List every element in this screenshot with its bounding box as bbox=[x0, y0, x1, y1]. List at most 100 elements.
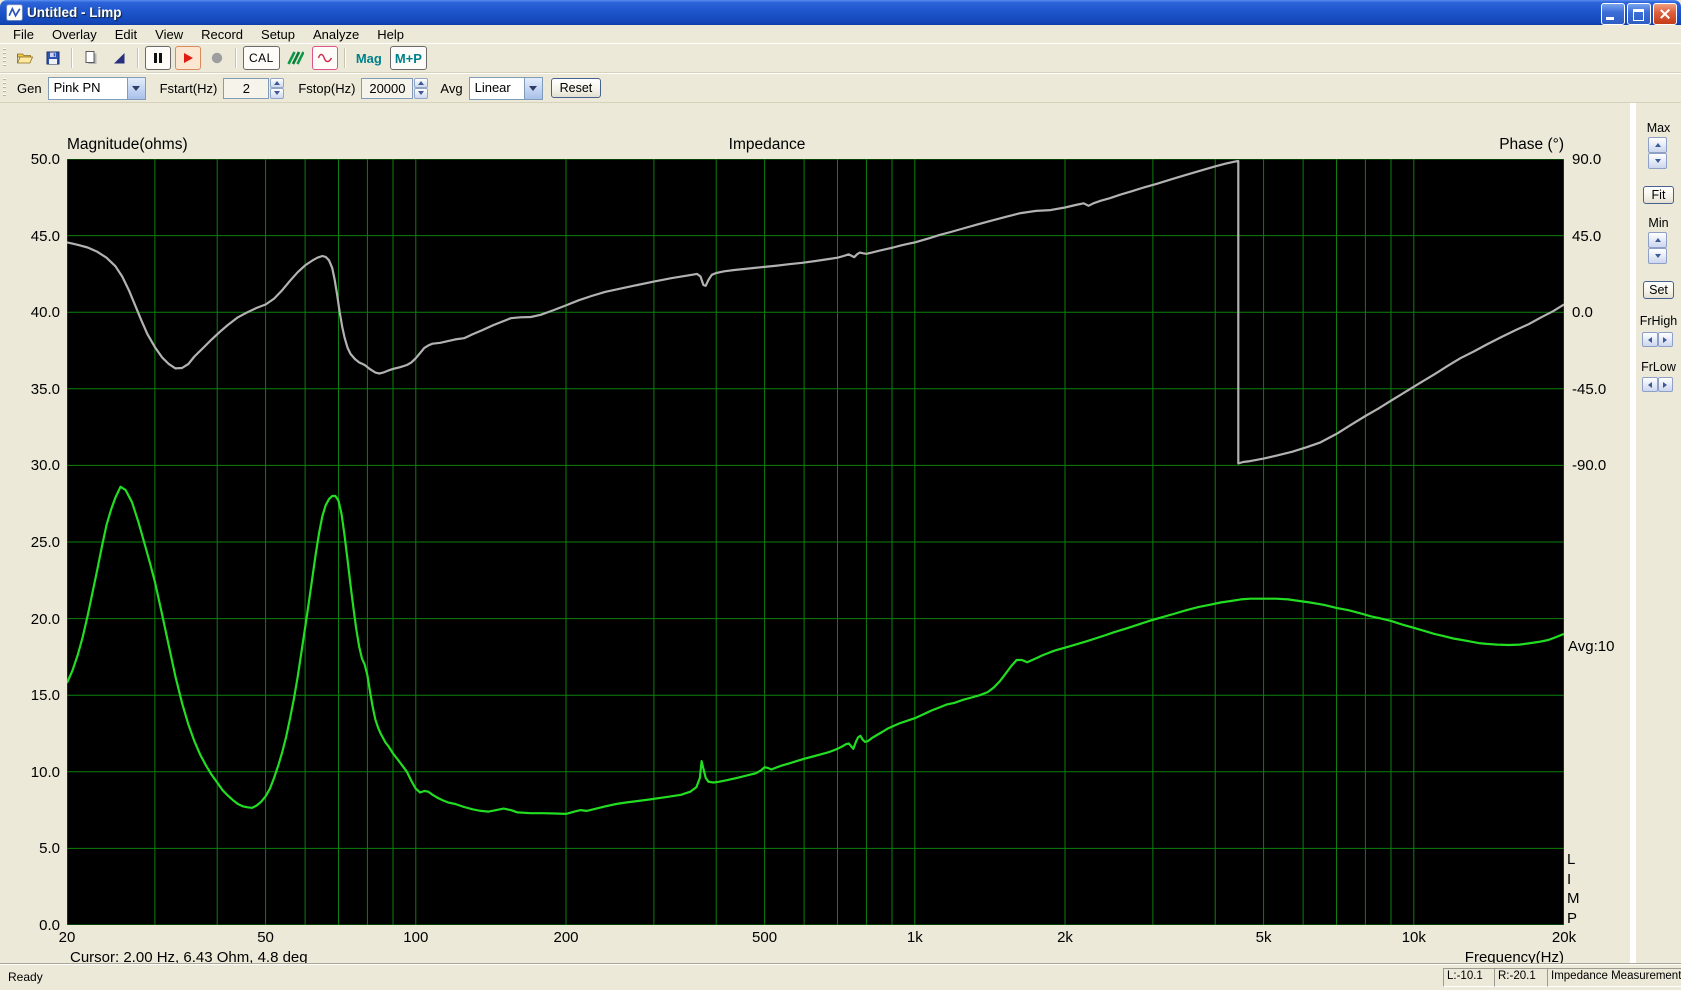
impedance-plot[interactable] bbox=[65, 158, 1565, 926]
menu-bar: File Overlay Edit View Record Setup Analyze Hel… bbox=[0, 25, 1681, 43]
close-button[interactable] bbox=[1653, 3, 1677, 25]
stepper-down-icon[interactable] bbox=[1648, 153, 1667, 169]
toolbar-separator bbox=[235, 48, 237, 68]
fstart-input[interactable]: 2 bbox=[223, 77, 270, 99]
fit-button[interactable]: Fit bbox=[1643, 186, 1674, 204]
copy-button[interactable] bbox=[79, 47, 103, 69]
fstop-input[interactable]: 20000 bbox=[361, 77, 414, 99]
menu-item-setup[interactable]: Setup bbox=[252, 26, 304, 43]
generator-toolbar: Gen Pink PN Fstart(Hz) 2 Fstop(Hz) 20000… bbox=[0, 73, 1681, 103]
y-left-tick-label: 20.0 bbox=[30, 610, 60, 628]
frlow-stepper[interactable] bbox=[1642, 377, 1673, 392]
menu-item-analyze[interactable]: Analyze bbox=[304, 26, 368, 43]
stepper-right-icon[interactable] bbox=[1657, 377, 1673, 392]
stepper-up-icon[interactable] bbox=[270, 77, 285, 88]
averaging-select[interactable]: Linear bbox=[468, 76, 543, 100]
frhigh-stepper[interactable] bbox=[1642, 332, 1673, 347]
y-right-tick-label: 0.0 bbox=[1572, 304, 1593, 322]
green-stripes-icon bbox=[287, 51, 305, 65]
frhigh-label: FrHigh bbox=[1639, 314, 1678, 328]
window-title: Untitled - Limp bbox=[27, 5, 122, 20]
fstart-label: Fstart(Hz) bbox=[159, 80, 218, 96]
chevron-down-icon[interactable] bbox=[126, 77, 145, 99]
averaging-selected-value: Linear bbox=[474, 79, 511, 95]
y-left-tick-label: 30.0 bbox=[30, 457, 60, 475]
x-tick-label: 20k bbox=[1551, 929, 1577, 946]
menu-item-file[interactable]: File bbox=[4, 26, 43, 43]
record-stop-button[interactable] bbox=[205, 47, 229, 69]
stepper-down-icon[interactable] bbox=[414, 88, 429, 99]
spectrum-view-button[interactable] bbox=[284, 47, 308, 69]
stepper-up-icon[interactable] bbox=[1648, 232, 1667, 248]
status-bar: Ready L:-10.1 R:-20.1 Impedance Measurem… bbox=[0, 964, 1681, 990]
stepper-right-icon[interactable] bbox=[1657, 332, 1673, 347]
minimize-button[interactable] bbox=[1601, 3, 1625, 25]
x-tick-label: 100 bbox=[403, 929, 429, 946]
restore-icon bbox=[1633, 9, 1644, 21]
x-tick-label: 2k bbox=[1057, 929, 1073, 946]
restore-button[interactable] bbox=[1627, 3, 1651, 25]
y-left-tick-label: 35.0 bbox=[30, 380, 60, 398]
stepper-up-icon[interactable] bbox=[414, 77, 429, 88]
play-icon bbox=[184, 53, 193, 63]
toolbar-separator bbox=[343, 48, 346, 68]
toolbar-gripper[interactable] bbox=[3, 48, 6, 68]
blue-triangle-icon bbox=[114, 53, 125, 64]
plot-canvas bbox=[65, 158, 1565, 926]
y-left-tick-label: 15.0 bbox=[30, 687, 60, 705]
menu-item-edit[interactable]: Edit bbox=[106, 26, 146, 43]
menu-item-view[interactable]: View bbox=[146, 26, 192, 43]
x-tick-label: 200 bbox=[553, 929, 579, 946]
menu-item-overlay[interactable]: Overlay bbox=[43, 26, 106, 43]
reset-button[interactable]: Reset bbox=[550, 78, 602, 98]
stepper-up-icon[interactable] bbox=[1648, 137, 1667, 153]
magnitude-view-button[interactable]: Mag bbox=[352, 47, 386, 69]
y-left-tick-label: 45.0 bbox=[30, 227, 60, 245]
open-file-button[interactable] bbox=[13, 47, 37, 69]
y-left-tick-label: 25.0 bbox=[30, 534, 60, 551]
magnitude-phase-view-button[interactable]: M+P bbox=[389, 46, 427, 70]
chart-title: Impedance bbox=[728, 136, 806, 153]
stepper-left-icon[interactable] bbox=[1642, 377, 1658, 392]
right-axis-title: Phase (°) bbox=[1499, 136, 1564, 153]
min-label: Min bbox=[1648, 216, 1669, 230]
max-label: Max bbox=[1646, 121, 1671, 135]
x-tick-label: 500 bbox=[752, 929, 778, 946]
gen-label: Gen bbox=[17, 80, 42, 96]
pause-icon bbox=[154, 53, 162, 63]
save-floppy-icon bbox=[46, 51, 60, 65]
max-stepper[interactable] bbox=[1648, 137, 1667, 169]
fstop-stepper[interactable] bbox=[414, 77, 429, 99]
y-right-tick-label: 90.0 bbox=[1572, 151, 1602, 168]
minimize-icon bbox=[1606, 17, 1614, 20]
record-start-button[interactable] bbox=[175, 46, 201, 70]
generator-select[interactable]: Pink PN bbox=[47, 76, 146, 100]
limp-watermark-letter: L bbox=[1567, 851, 1576, 868]
signal-view-button[interactable] bbox=[311, 46, 338, 70]
main-toolbar: CAL Mag M+P bbox=[0, 43, 1681, 73]
y-left-tick-label: 5.0 bbox=[39, 840, 60, 858]
chevron-down-icon[interactable] bbox=[523, 77, 542, 99]
toolbar-gripper[interactable] bbox=[3, 78, 6, 98]
y-right-tick-label: 45.0 bbox=[1572, 227, 1602, 245]
status-ready-text: Ready bbox=[8, 970, 43, 984]
app-icon bbox=[6, 4, 23, 21]
stepper-left-icon[interactable] bbox=[1642, 332, 1658, 347]
stepper-down-icon[interactable] bbox=[270, 88, 285, 99]
y-right-tick-label: -90.0 bbox=[1572, 457, 1607, 475]
record-circle-icon bbox=[211, 52, 223, 64]
set-button[interactable]: Set bbox=[1643, 281, 1674, 299]
min-stepper[interactable] bbox=[1648, 232, 1667, 264]
calibrate-button[interactable]: CAL bbox=[243, 46, 280, 70]
menu-item-help[interactable]: Help bbox=[368, 26, 413, 43]
save-button[interactable] bbox=[41, 47, 65, 69]
stepper-down-icon[interactable] bbox=[1648, 248, 1667, 264]
toolbar-separator bbox=[137, 48, 139, 68]
x-tick-label: 50 bbox=[257, 929, 274, 946]
scale-mode-button[interactable] bbox=[107, 47, 131, 69]
averaging-count-readout: Avg:10 bbox=[1568, 638, 1615, 655]
fstart-stepper[interactable] bbox=[270, 77, 285, 99]
pause-button[interactable] bbox=[145, 46, 171, 70]
limp-watermark-letter: M bbox=[1567, 890, 1580, 907]
menu-item-record[interactable]: Record bbox=[192, 26, 252, 43]
